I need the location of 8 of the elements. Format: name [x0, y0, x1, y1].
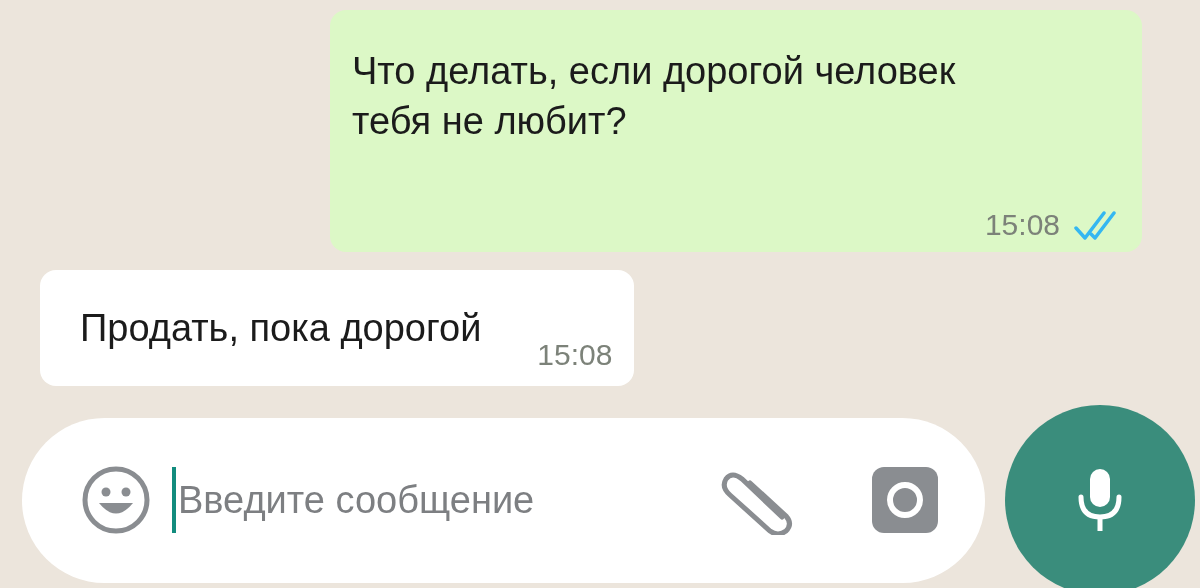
message-time: 15:08 [537, 338, 613, 372]
message-time: 15:08 [984, 208, 1060, 242]
message-input[interactable]: Введите сообщение [172, 467, 720, 533]
camera-icon[interactable] [870, 465, 940, 535]
message-text: Что делать, если дорогой человек тебя не любит? [352, 49, 957, 144]
message-text: Продать, пока дорогой [80, 306, 482, 350]
microphone-icon [1077, 467, 1123, 533]
emoji-icon[interactable] [80, 464, 152, 536]
